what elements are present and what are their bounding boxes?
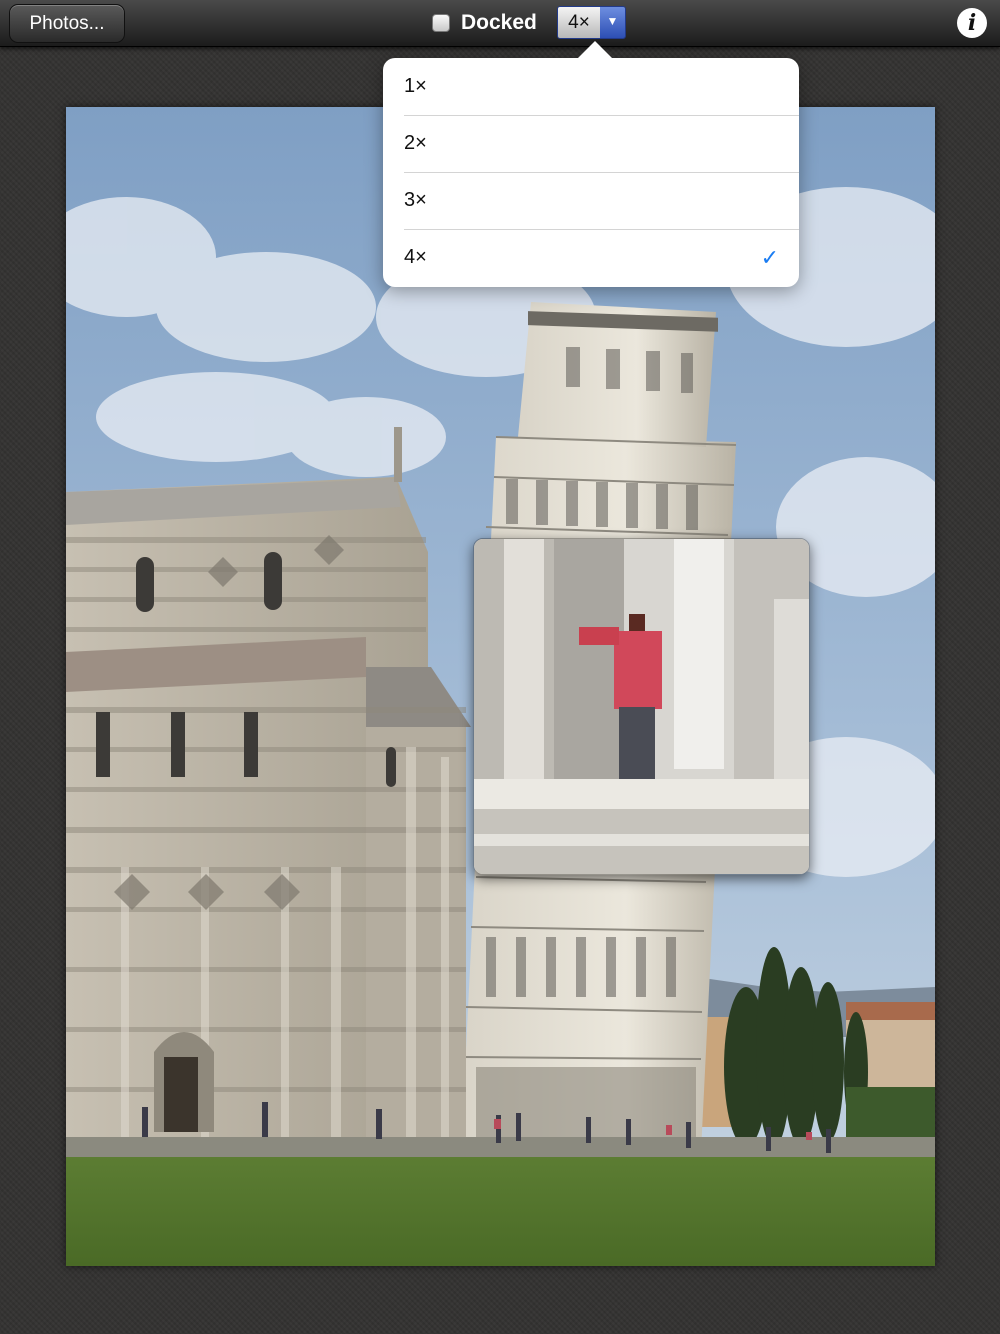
- zoom-option-3x[interactable]: 3×: [383, 172, 799, 229]
- magnifier-loupe[interactable]: [473, 538, 810, 875]
- info-button[interactable]: i: [957, 8, 987, 38]
- zoom-option-label: 3×: [404, 189, 427, 211]
- zoom-option-4x[interactable]: 4× ✓: [383, 229, 799, 286]
- docked-checkbox[interactable]: [432, 14, 450, 32]
- info-icon: i: [967, 10, 977, 36]
- magnified-image: [474, 539, 809, 874]
- zoom-option-label: 1×: [404, 75, 427, 97]
- zoom-select-value[interactable]: 4×: [558, 7, 600, 38]
- checkmark-icon: ✓: [760, 245, 779, 270]
- zoom-option-1x[interactable]: 1×: [383, 58, 799, 115]
- zoom-select[interactable]: 4× ▼: [557, 6, 626, 39]
- zoom-menu: 1× 2× 3× 4× ✓: [383, 58, 799, 287]
- zoom-option-label: 4×: [404, 246, 427, 268]
- photos-button[interactable]: Photos...: [9, 4, 125, 43]
- zoom-option-2x[interactable]: 2×: [383, 115, 799, 172]
- popover-arrow: [577, 41, 613, 59]
- zoom-option-label: 2×: [404, 132, 427, 154]
- docked-toggle[interactable]: Docked: [432, 8, 537, 38]
- toolbar: Photos... Docked 4× ▼ i: [0, 0, 1000, 47]
- docked-label: Docked: [461, 11, 537, 34]
- chevron-down-icon[interactable]: ▼: [600, 7, 625, 38]
